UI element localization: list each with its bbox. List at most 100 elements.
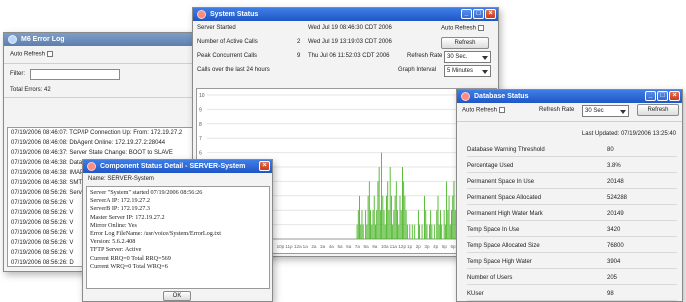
ok-button[interactable]: OK	[163, 291, 191, 301]
db-stat-label: Percentage Used	[467, 163, 514, 169]
x-tick-label: 7a	[355, 244, 361, 249]
db-stat-label: Temp Space In Use	[467, 227, 520, 233]
db-stat-label: Permanent Space Allocated	[467, 195, 542, 201]
app-icon	[8, 35, 17, 44]
detail-line: Current WRQ=0 Total WRQ=6	[90, 262, 168, 270]
chevron-down-icon	[620, 110, 626, 114]
db-stat-row: Temp Space In Use 3420	[467, 223, 677, 237]
refresh-rate-select[interactable]: 30 Sec.	[444, 51, 491, 63]
y-tick-label: 9	[199, 107, 202, 113]
filter-input[interactable]	[30, 69, 120, 80]
db-stat-label: KUser	[467, 291, 484, 297]
chart-bar	[436, 210, 438, 239]
chart-bar	[361, 210, 363, 239]
total-errors: Total Errors: 42	[10, 87, 51, 93]
x-tick-label: 8a	[364, 244, 370, 249]
chart-bar	[443, 210, 445, 239]
x-tick-label: 5p	[442, 244, 448, 249]
component-detail-title: Component Status Detail - SERVER-System	[100, 163, 246, 170]
auto-refresh-checkbox[interactable]	[499, 107, 506, 113]
db-stat-value: 20149	[607, 211, 624, 217]
component-detail-dialog: Component Status Detail - SERVER-System …	[82, 159, 273, 302]
maximize-icon[interactable]: □	[473, 9, 484, 19]
chart-bar	[378, 167, 380, 239]
component-detail-text: Server "System" started 07/19/2006 08:56…	[86, 186, 270, 289]
db-stat-value: 80	[607, 147, 614, 153]
x-tick-label: 1p	[407, 244, 413, 249]
server-started-label: Server Started	[197, 25, 236, 31]
db-stat-label: Permanent High Water Mark	[467, 211, 543, 217]
chart-bar	[441, 224, 443, 239]
db-stat-value: 98	[607, 291, 614, 297]
active-calls-label: Number of Active Calls	[197, 39, 258, 45]
chart-bar	[383, 210, 385, 239]
server-started-value: Wed Jul 19 08:46:30 CDT 2006	[308, 25, 392, 31]
auto-refresh-checkbox[interactable]	[47, 51, 54, 57]
chart-bar	[379, 210, 381, 239]
chart-bar	[362, 224, 364, 239]
window-controls: ×	[259, 161, 270, 171]
chevron-down-icon	[482, 70, 488, 74]
graph-interval-select[interactable]: 5 Minutes	[444, 65, 491, 77]
chart-bar	[394, 195, 396, 239]
y-tick-label: 10	[199, 93, 205, 99]
chart-bar	[447, 210, 449, 239]
system-status-titlebar[interactable]: System Status _ □ ×	[193, 8, 498, 21]
db-refresh-rate-select[interactable]: 30 Sec	[582, 105, 629, 117]
refresh-rate-value: 30 Sec.	[447, 54, 468, 60]
detail-line: ServerA IP: 172.19.27.2	[90, 197, 150, 205]
close-icon[interactable]: ×	[259, 161, 270, 171]
chart-bar	[419, 224, 421, 239]
chart-bar	[426, 224, 428, 239]
graph-interval-label: Graph Interval	[398, 67, 437, 73]
chart-bar	[365, 210, 367, 239]
chart-bar	[402, 167, 403, 239]
minimize-icon[interactable]: _	[461, 9, 472, 19]
chart-bar	[376, 210, 378, 239]
chart-bar	[372, 210, 374, 239]
close-icon[interactable]: ×	[669, 91, 680, 101]
refresh-button[interactable]: Refresh	[441, 37, 489, 49]
detail-line: TFTP Server: Active	[90, 246, 142, 254]
chart-bar	[449, 224, 451, 239]
chart-bar	[377, 181, 379, 239]
db-stat-row: Temp Space Allocated Size 76800	[467, 239, 677, 253]
error-log-auto-refresh[interactable]: Auto Refresh	[10, 51, 54, 58]
chart-bar	[360, 224, 362, 239]
chart-bar	[403, 181, 405, 239]
sys-auto-refresh[interactable]: Auto Refresh	[441, 25, 485, 32]
chart-bar	[425, 210, 427, 239]
chart-bar	[438, 224, 440, 239]
component-detail-titlebar[interactable]: Component Status Detail - SERVER-System …	[83, 160, 272, 173]
db-stat-value: 3420	[607, 227, 621, 233]
db-refresh-button[interactable]: Refresh	[637, 104, 679, 116]
active-calls-time: Wed Jul 19 13:19:03 CDT 2006	[308, 39, 392, 45]
db-stat-value: 3.8%	[607, 163, 621, 169]
active-calls-count: 2	[297, 39, 301, 45]
chart-bar	[406, 224, 408, 239]
db-stat-row: Database Warning Threshold 80	[467, 143, 677, 157]
minimize-icon[interactable]: _	[645, 91, 656, 101]
db-stat-row: Permanent Space In Use 20148	[467, 175, 677, 189]
chart-bar	[367, 195, 369, 239]
chart-bar	[381, 152, 383, 239]
x-tick-label: 11a	[390, 244, 398, 249]
close-icon[interactable]: ×	[485, 9, 496, 19]
chevron-down-icon	[482, 56, 488, 60]
db-auto-refresh[interactable]: Auto Refresh	[462, 107, 506, 114]
filter-label: Filter:	[10, 71, 25, 77]
chart-bar	[388, 210, 390, 239]
db-stat-label: Temp Space High Water	[467, 259, 532, 265]
maximize-icon[interactable]: □	[657, 91, 668, 101]
auto-refresh-checkbox[interactable]	[478, 25, 485, 31]
error-log-title: M6 Error Log	[21, 36, 65, 43]
x-tick-label: 11p	[285, 244, 293, 249]
chart-bar	[444, 224, 446, 239]
chart-bar	[393, 210, 395, 239]
refresh-rate-label: Refresh Rate	[407, 53, 443, 59]
chart-bar	[409, 224, 411, 239]
component-name: Name: SERVER-System	[88, 176, 154, 182]
database-status-titlebar[interactable]: Database Status _ □ ×	[457, 90, 682, 103]
x-tick-label: 3p	[424, 244, 430, 249]
chart-bar	[384, 224, 386, 239]
